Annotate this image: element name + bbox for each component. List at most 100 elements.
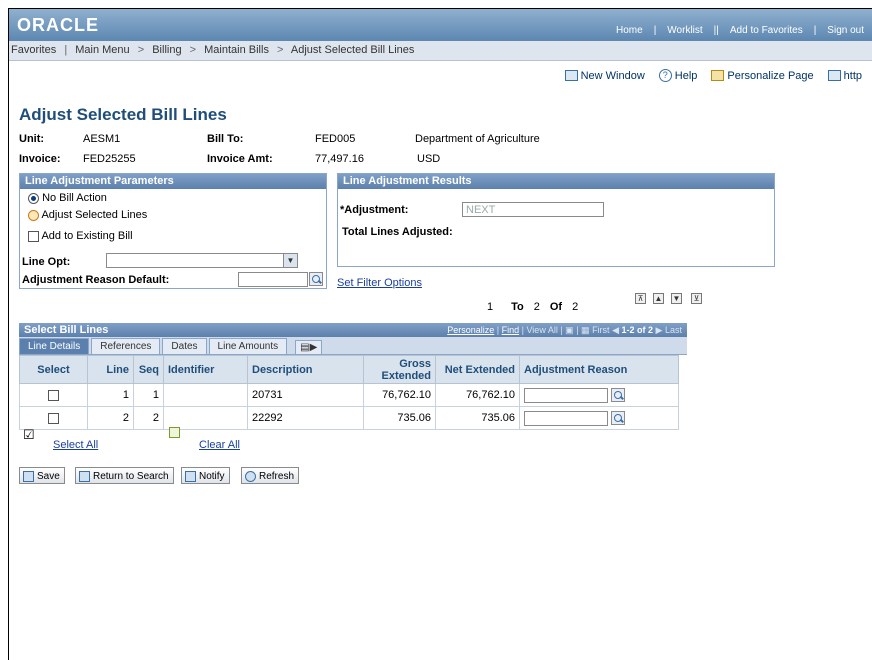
lookup-icon[interactable] [611,411,626,425]
add-to-favorites-link[interactable]: Add to Favorites [721,25,812,36]
line-cell: 1 [87,383,134,407]
row-select-checkbox[interactable] [48,389,59,401]
tab-dates[interactable]: Dates [162,338,207,354]
radio-button[interactable] [28,192,39,204]
line-opt-select[interactable]: ▼ [106,253,298,268]
seq-cell: 2 [133,406,164,430]
table-row: 1 1 20731 76,762.10 76,762.10 [19,383,679,407]
nav-maintain-bills[interactable]: Maintain Bills [204,44,269,56]
invoice-value: FED25255 [83,153,136,165]
next-row-icon[interactable]: ▼ [671,293,682,304]
adjustment-input[interactable]: NEXT [462,202,604,217]
invoice-amt-value: 77,497.16 [315,153,364,165]
new-window-link[interactable]: New Window [564,69,645,82]
http-link[interactable]: http [827,69,862,82]
group-title: Line Adjustment Parameters [20,174,326,189]
help-icon: ? [658,69,672,82]
chevron-right-icon: > [189,44,197,56]
tab-line-details[interactable]: Line Details [19,338,90,354]
first-row-icon[interactable]: ⊼ [635,293,646,304]
table-row: 2 2 22292 735.06 735.06 [19,406,679,430]
previous-arrow-icon[interactable]: ◀ [612,325,619,335]
grid-header: Select Bill Lines Personalize | Find | V… [19,323,687,337]
chevron-right-icon: > [277,44,284,56]
tab-line-amounts[interactable]: Line Amounts [208,338,288,354]
return-icon [79,470,90,482]
refresh-button[interactable]: Refresh [241,467,300,484]
radio-button[interactable] [28,209,39,221]
no-bill-action-option[interactable]: No Bill Action [28,192,107,204]
adjustment-reason-default-input[interactable] [238,272,308,287]
top-banner: ORACLE Home | Worklist || Add to Favorit… [9,9,872,41]
spreadsheet-icon[interactable]: ▦ [581,325,590,335]
grid-row-count: 1-2 of 2 [621,324,654,335]
top-links: Home | Worklist || Add to Favorites | Si… [607,25,872,36]
set-filter-options-link[interactable]: Set Filter Options [337,277,422,289]
adjustment-reason-input[interactable] [524,410,608,426]
currency-value: USD [417,153,441,165]
show-all-columns-icon[interactable]: ▤▶ [295,340,323,354]
line-adjustment-parameters-group: Line Adjustment Parameters No Bill Actio… [19,173,327,289]
grid-last-link[interactable]: Last [665,325,682,335]
grid-personalize-link[interactable]: Personalize [447,325,494,335]
line-adjustment-results-group: Line Adjustment Results *Adjustment: NEX… [337,173,775,267]
group-title: Line Adjustment Results [338,174,774,189]
worklist-link[interactable]: Worklist [658,25,711,36]
chevron-down-icon: ▼ [283,254,297,267]
grid-icon [827,70,841,81]
line-opt-label: Line Opt: [22,256,71,268]
column-header: Line [87,355,134,384]
net-extended-cell: 735.06 [435,406,520,430]
nav-favorites[interactable]: Favorites [11,44,56,56]
net-extended-cell: 76,762.10 [435,383,520,407]
identifier-cell [163,383,248,407]
download-icon[interactable]: ▣ [565,325,574,335]
description-cell: 20731 [247,383,364,407]
column-header: Seq [133,355,164,384]
adjustment-reason-input[interactable] [524,387,608,403]
select-all-link[interactable]: Select All [53,439,98,451]
unit-value: AESM1 [83,133,121,145]
grid-first-link[interactable]: First [592,325,610,335]
previous-row-icon[interactable]: ▲ [653,293,664,304]
grid-view-all-link[interactable]: View All [526,325,557,335]
uncheck-icon[interactable] [169,427,180,438]
separator: | [64,44,68,56]
gross-extended-cell: 735.06 [363,406,436,430]
checkbox[interactable] [28,230,39,242]
lookup-icon[interactable] [309,272,323,286]
column-header: Adjustment Reason [519,355,679,384]
select-cell [19,383,88,407]
grid-find-link[interactable]: Find [502,325,520,335]
adjust-selected-lines-option[interactable]: Adjust Selected Lines [28,209,147,221]
clear-all-link[interactable]: Clear All [199,439,240,451]
lookup-icon[interactable] [611,388,626,402]
save-button[interactable]: Save [19,467,65,484]
separator: | [653,25,657,36]
notify-button[interactable]: Notify [181,467,230,484]
help-link[interactable]: ? Help [658,69,697,82]
add-to-existing-bill-option[interactable]: Add to Existing Bill [28,230,133,242]
total-lines-adjusted-label: Total Lines Adjusted: [342,226,453,238]
return-to-search-button[interactable]: Return to Search [75,467,174,484]
personalize-page-link[interactable]: Personalize Page [711,69,814,82]
nav-current-page: Adjust Selected Bill Lines [290,44,415,56]
sign-out-link[interactable]: Sign out [818,25,872,36]
nav-billing[interactable]: Billing [152,44,181,56]
row-select-checkbox[interactable] [48,412,59,424]
grid-tabs: Line Details References Dates Line Amoun… [19,337,687,355]
invoice-label: Invoice: [19,153,61,165]
seq-cell: 1 [133,383,164,407]
check-icon[interactable]: ☑ [23,427,35,443]
tab-references[interactable]: References [91,338,161,354]
bill-to-label: Bill To: [207,133,244,145]
column-header: Description [247,355,364,384]
pencil-icon [711,70,725,81]
nav-main-menu[interactable]: Main Menu [75,44,129,56]
page-title: Adjust Selected Bill Lines [19,105,227,124]
gross-extended-cell: 76,762.10 [363,383,436,407]
next-arrow-icon[interactable]: ▶ [656,325,663,335]
home-link[interactable]: Home [607,25,652,36]
adjustment-reason-cell [519,406,679,430]
last-row-icon[interactable]: ⊻ [691,293,702,304]
